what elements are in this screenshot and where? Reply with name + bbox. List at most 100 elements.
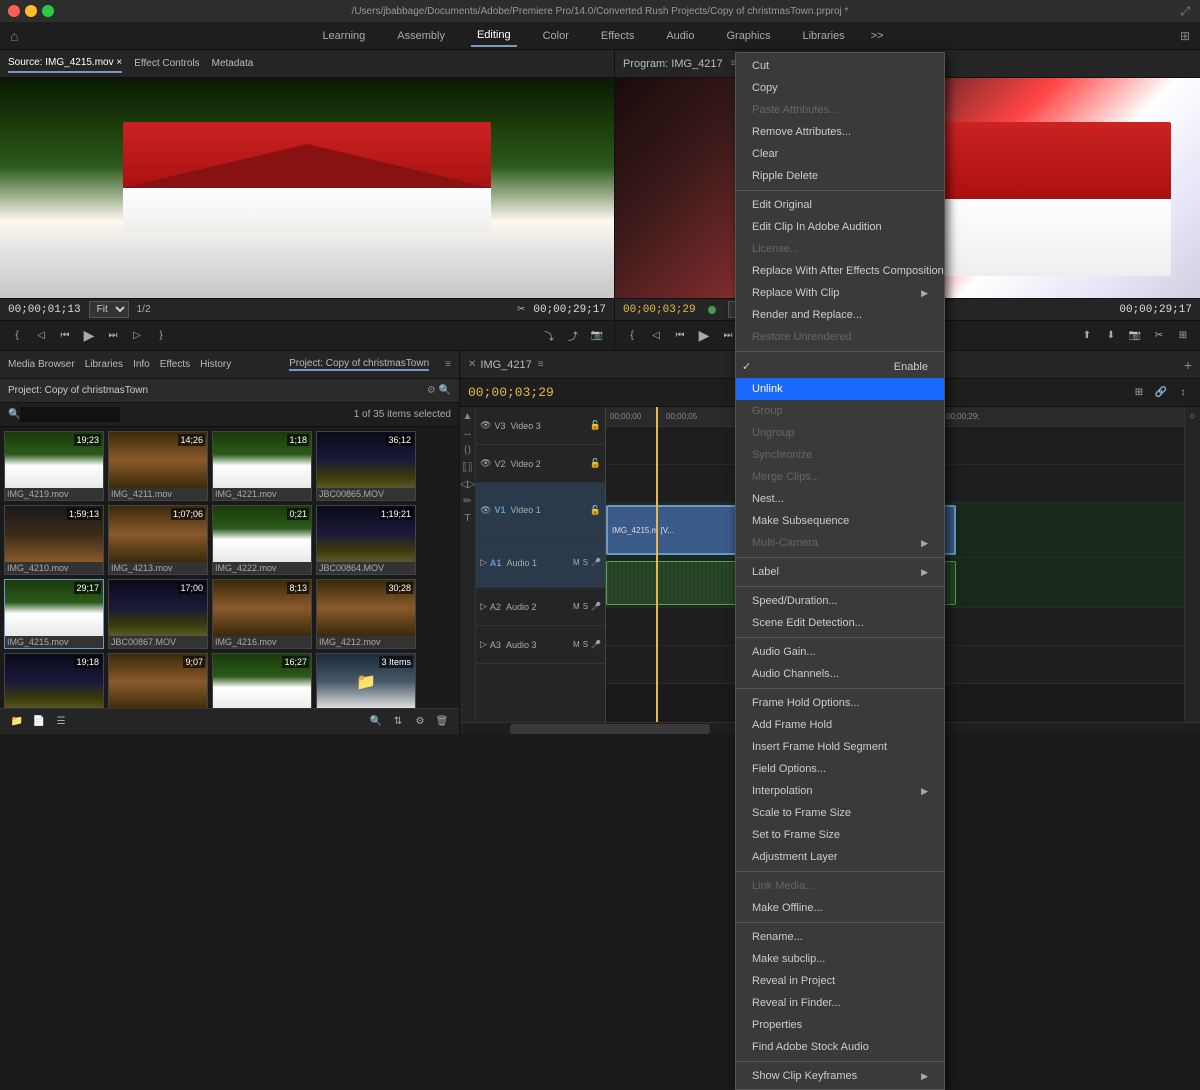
list-item[interactable]: JBC00865.MOV 36;12 <box>316 431 416 501</box>
menu-restore-unrendered[interactable]: Restore Unrendered <box>736 326 944 348</box>
list-item[interactable]: IMG_4210.mov 1;59;13 <box>4 505 104 575</box>
menu-make-subclip[interactable]: Make subclip... <box>736 948 944 970</box>
menu-label[interactable]: Label <box>736 561 944 583</box>
settings-icon[interactable]: ⚙ <box>411 713 429 731</box>
program-extract[interactable]: ⬇ <box>1102 327 1120 345</box>
menu-merge-clips[interactable]: Merge Clips... <box>736 466 944 488</box>
list-item[interactable]: IMG_4219.mov 19;23 <box>4 431 104 501</box>
nav-color[interactable]: Color <box>537 26 575 46</box>
menu-field-options[interactable]: Field Options... <box>736 758 944 780</box>
menu-scene-edit[interactable]: Scene Edit Detection... <box>736 612 944 634</box>
track-collapse-a1[interactable]: ▷ <box>480 557 487 568</box>
menu-license[interactable]: License... <box>736 238 944 260</box>
program-camera[interactable]: 📷 <box>1126 327 1144 345</box>
sort-icon[interactable]: ⇅ <box>389 713 407 731</box>
program-prev-frame[interactable]: ◁ <box>647 327 665 345</box>
menu-properties[interactable]: Properties <box>736 1014 944 1036</box>
expand-icon[interactable]: ⤢ <box>1180 4 1190 19</box>
nav-effects[interactable]: Effects <box>595 26 640 46</box>
fullscreen-icon[interactable]: ⊞ <box>1180 29 1190 43</box>
menu-clear[interactable]: Clear <box>736 143 944 165</box>
menu-copy[interactable]: Copy <box>736 77 944 99</box>
menu-make-offline[interactable]: Make Offline... <box>736 897 944 919</box>
track-eye-v3[interactable]: 👁 <box>480 420 491 431</box>
list-item[interactable]: IMG_4216.mov 8;13 <box>212 579 312 649</box>
list-item[interactable]: IMG_4218.mov 9;07 <box>108 653 208 708</box>
list-item[interactable]: 📁 Stock Audio Media 3 Items <box>316 653 416 708</box>
menu-make-subsequence[interactable]: Make Subsequence <box>736 510 944 532</box>
menu-multi-camera[interactable]: Multi-Camera <box>736 532 944 554</box>
tool-ripple[interactable]: ⟨⟩ <box>464 445 472 456</box>
menu-reveal-project[interactable]: Reveal in Project <box>736 970 944 992</box>
menu-insert-frame-hold[interactable]: Insert Frame Hold Segment <box>736 736 944 758</box>
program-mark-in[interactable]: { <box>623 327 641 345</box>
track-collapse-a2[interactable]: ▷ <box>480 601 487 612</box>
menu-paste-attributes[interactable]: Paste Attributes... <box>736 99 944 121</box>
program-step-back[interactable]: ⏮ <box>671 327 689 345</box>
menu-render-replace[interactable]: Render and Replace... <box>736 304 944 326</box>
menu-adjustment-layer[interactable]: Adjustment Layer <box>736 846 944 868</box>
menu-add-frame-hold[interactable]: Add Frame Hold <box>736 714 944 736</box>
source-prev-frame[interactable]: ◁ <box>32 327 50 345</box>
program-play[interactable]: ▶ <box>695 327 713 345</box>
menu-ripple-delete[interactable]: Ripple Delete <box>736 165 944 187</box>
menu-find-stock-audio[interactable]: Find Adobe Stock Audio <box>736 1036 944 1058</box>
tab-effect-controls[interactable]: Effect Controls <box>134 55 199 72</box>
list-view-icon[interactable]: ☰ <box>52 713 70 731</box>
menu-unlink[interactable]: Unlink <box>736 378 944 400</box>
menu-remove-attributes[interactable]: Remove Attributes... <box>736 121 944 143</box>
track-lock-v2[interactable]: 🔓 <box>590 458 601 469</box>
menu-replace-ae[interactable]: Replace With After Effects Composition <box>736 260 944 282</box>
nav-editing[interactable]: Editing <box>471 25 517 47</box>
source-mark-out[interactable]: } <box>152 327 170 345</box>
maximize-button[interactable] <box>42 5 54 17</box>
nav-audio[interactable]: Audio <box>660 26 700 46</box>
track-mic-a3[interactable]: 🎤 <box>591 640 601 649</box>
menu-show-clip-keyframes[interactable]: Show Clip Keyframes <box>736 1065 944 1087</box>
menu-link-media[interactable]: Link Media... <box>736 875 944 897</box>
timeline-add-icon[interactable]: + <box>1184 357 1192 373</box>
menu-set-frame[interactable]: Set to Frame Size <box>736 824 944 846</box>
source-fit-select[interactable]: Fit <box>89 301 129 318</box>
menu-synchronize[interactable]: Synchronize <box>736 444 944 466</box>
track-mic-a1[interactable]: 🎤 <box>591 558 601 567</box>
menu-nest[interactable]: Nest... <box>736 488 944 510</box>
track-mic-a2[interactable]: 🎤 <box>591 602 601 611</box>
home-icon[interactable]: ⌂ <box>10 28 18 44</box>
sequence-menu-icon[interactable]: ≡ <box>538 359 544 370</box>
delete-icon[interactable]: 🗑 <box>433 713 451 731</box>
tool-pen[interactable]: ✏ <box>463 496 471 507</box>
track-eye-v1[interactable]: 👁 <box>480 505 491 516</box>
nav-learning[interactable]: Learning <box>316 26 371 46</box>
source-camera[interactable]: 📷 <box>588 327 606 345</box>
tab-info[interactable]: Info <box>133 356 150 373</box>
tab-libraries[interactable]: Libraries <box>85 356 123 373</box>
track-s-a1[interactable]: S <box>583 558 588 567</box>
track-lock-v3[interactable]: 🔓 <box>590 420 601 431</box>
track-s-a3[interactable]: S <box>583 640 588 649</box>
menu-audio-gain[interactable]: Audio Gain... <box>736 641 944 663</box>
list-item[interactable]: JBC00864.MOV 1;19;21 <box>316 505 416 575</box>
list-item[interactable]: IMG_4221.mov 1;18 <box>212 431 312 501</box>
track-m-a3[interactable]: M <box>573 640 580 649</box>
search-icon2[interactable]: 🔍 <box>367 713 385 731</box>
nav-assembly[interactable]: Assembly <box>391 26 451 46</box>
program-trim[interactable]: ✂ <box>1150 327 1168 345</box>
list-item[interactable]: IMG_4222.mov 0;21 <box>212 505 312 575</box>
tab-effects[interactable]: Effects <box>160 356 190 373</box>
track-lock-v1[interactable]: 🔓 <box>590 505 601 516</box>
track-collapse-a3[interactable]: ▷ <box>480 639 487 650</box>
list-item[interactable]: IMG_4220.mov 19;18 <box>4 653 104 708</box>
source-step-back[interactable]: ⏮ <box>56 327 74 345</box>
menu-frame-hold-options[interactable]: Frame Hold Options... <box>736 692 944 714</box>
tab-media-browser[interactable]: Media Browser <box>8 356 75 373</box>
source-overwrite[interactable]: ⤴ <box>564 327 582 345</box>
nav-libraries[interactable]: Libraries <box>797 26 851 46</box>
close-button[interactable] <box>8 5 20 17</box>
tab-history[interactable]: History <box>200 356 231 373</box>
timeline-tool[interactable]: ↕ <box>1174 384 1192 402</box>
menu-reveal-finder[interactable]: Reveal in Finder... <box>736 992 944 1014</box>
tab-metadata[interactable]: Metadata <box>212 55 254 72</box>
list-item[interactable]: IMG_4215.mov 29;17 <box>4 579 104 649</box>
tool-selection[interactable]: ▲ <box>463 411 473 422</box>
